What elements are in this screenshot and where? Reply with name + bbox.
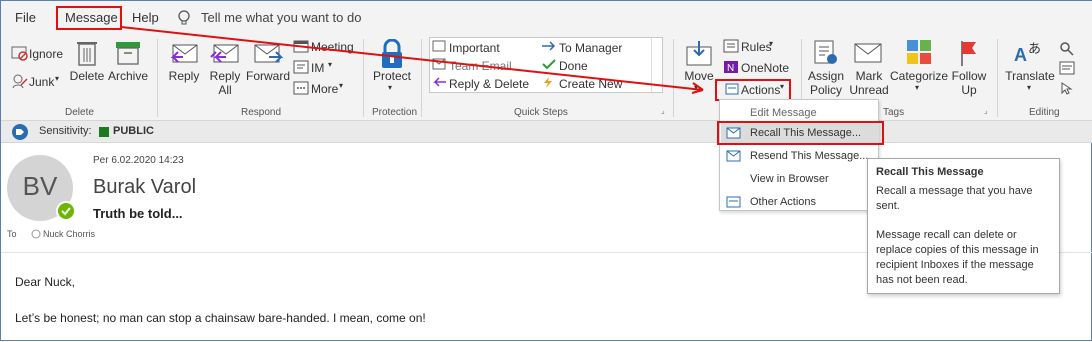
resend-message-icon	[726, 150, 741, 162]
actions-dropdown-menu: Edit Message Recall This Message... Rese…	[719, 99, 879, 211]
menu-other-actions[interactable]: Other Actions	[750, 196, 816, 208]
tooltip-title: Recall This Message	[876, 166, 984, 178]
other-actions-icon	[726, 196, 741, 208]
menu-resend-message[interactable]: Resend This Message...	[750, 150, 868, 162]
recall-tooltip: Recall This Message Recall a message tha…	[867, 158, 1060, 294]
menu-view-in-browser[interactable]: View in Browser	[750, 173, 829, 185]
tooltip-line-2: Message recall can delete or replace cop…	[876, 229, 1039, 286]
menu-edit-message[interactable]: Edit Message	[750, 107, 817, 119]
tooltip-line-1: Recall a message that you have sent.	[876, 185, 1033, 212]
highlight-recall-item	[717, 121, 884, 145]
